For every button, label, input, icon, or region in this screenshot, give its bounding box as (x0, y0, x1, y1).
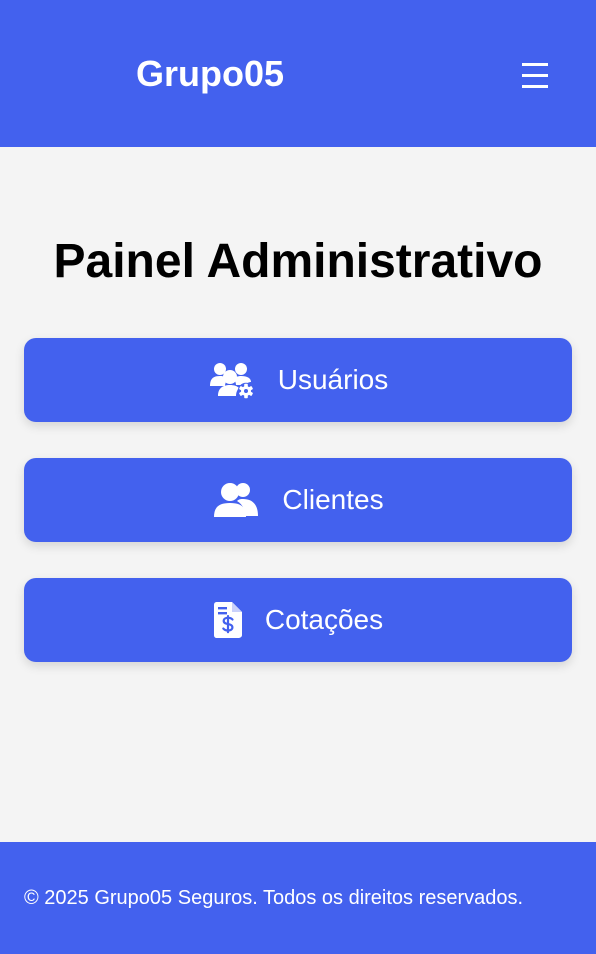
users-cog-icon (208, 360, 256, 400)
top-navbar: Grupo05 (0, 0, 596, 147)
hamburger-icon (522, 63, 548, 66)
users-button-label: Usuários (277, 364, 389, 395)
clients-button[interactable]: Clientes (24, 458, 572, 542)
quotes-button-label: Cotações (264, 604, 384, 635)
footer-copyright: © 2025 Grupo05 Seguros. Todos os direito… (24, 887, 524, 909)
quotes-button[interactable]: Cotações (24, 578, 572, 662)
page-title: Painel Administrativo (53, 235, 543, 288)
users-icon (212, 481, 260, 519)
invoice-dollar-icon (213, 601, 243, 639)
hamburger-menu-button[interactable] (514, 56, 556, 96)
users-button[interactable]: Usuários (24, 338, 572, 422)
clients-button-label: Clientes (282, 484, 384, 515)
brand-logo-text[interactable]: Grupo05 (136, 52, 284, 96)
